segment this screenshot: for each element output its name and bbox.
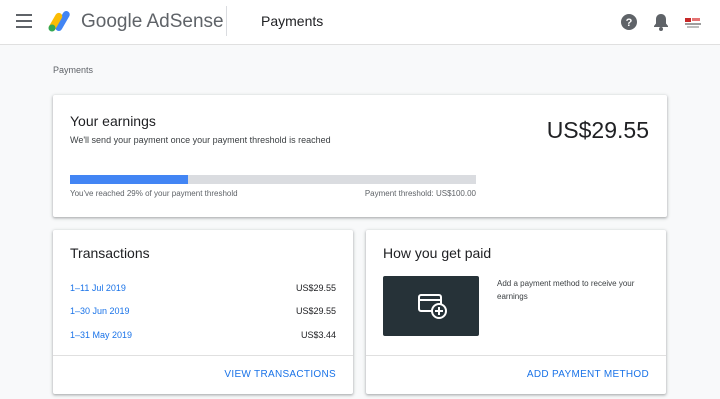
account-logo-icon [685, 18, 701, 28]
page-title: Payments [261, 13, 324, 29]
avatar[interactable] [682, 11, 704, 33]
transaction-row: 1–31 May 2019 US$3.44 [70, 330, 336, 346]
earnings-card: Your earnings We'll send your payment on… [53, 95, 667, 217]
transaction-period-link[interactable]: 1–11 Jul 2019 [70, 283, 126, 293]
transaction-row: 1–30 Jun 2019 US$29.55 [70, 306, 336, 322]
how-paid-title: How you get paid [383, 245, 492, 261]
earnings-amount: US$29.55 [546, 117, 649, 143]
transaction-period-link[interactable]: 1–30 Jun 2019 [70, 306, 130, 316]
add-payment-method-tile[interactable] [383, 276, 479, 336]
svg-text:?: ? [626, 17, 633, 29]
transactions-card: Transactions 1–11 Jul 2019 US$29.55 1–30… [53, 230, 353, 394]
threshold-reached-text: You've reached 29% of your payment thres… [70, 189, 238, 198]
payment-threshold-text: Payment threshold: US$100.00 [364, 189, 476, 198]
add-card-icon [418, 294, 447, 319]
earnings-title: Your earnings [70, 113, 156, 129]
transaction-amount: US$29.55 [295, 306, 336, 316]
transaction-amount: US$29.55 [295, 283, 336, 293]
how-you-get-paid-card: How you get paid Add a payment method to… [366, 230, 666, 394]
menu-icon[interactable] [16, 14, 34, 28]
transaction-period-link[interactable]: 1–31 May 2019 [70, 330, 132, 340]
view-transactions-link[interactable]: VIEW TRANSACTIONS [224, 369, 336, 380]
top-app-bar: Google AdSense Payments ? [0, 0, 720, 45]
how-paid-footer: ADD PAYMENT METHOD [366, 355, 666, 394]
header-divider [226, 6, 227, 36]
transactions-footer: VIEW TRANSACTIONS [53, 355, 353, 394]
bell-icon[interactable] [652, 12, 670, 32]
add-payment-method-link[interactable]: ADD PAYMENT METHOD [527, 369, 649, 380]
help-icon[interactable]: ? [620, 13, 638, 31]
earnings-subtitle: We'll send your payment once your paymen… [70, 135, 331, 145]
adsense-logo-icon [48, 11, 70, 32]
breadcrumb: Payments [53, 65, 94, 75]
transaction-amount: US$3.44 [300, 330, 336, 340]
threshold-progress-bar [70, 175, 476, 184]
brand-name: Google AdSense [81, 11, 224, 32]
transactions-title: Transactions [70, 245, 150, 261]
transaction-row: 1–11 Jul 2019 US$29.55 [70, 283, 336, 299]
payment-method-description: Add a payment method to receive your ear… [497, 279, 635, 301]
progress-fill [70, 175, 188, 184]
